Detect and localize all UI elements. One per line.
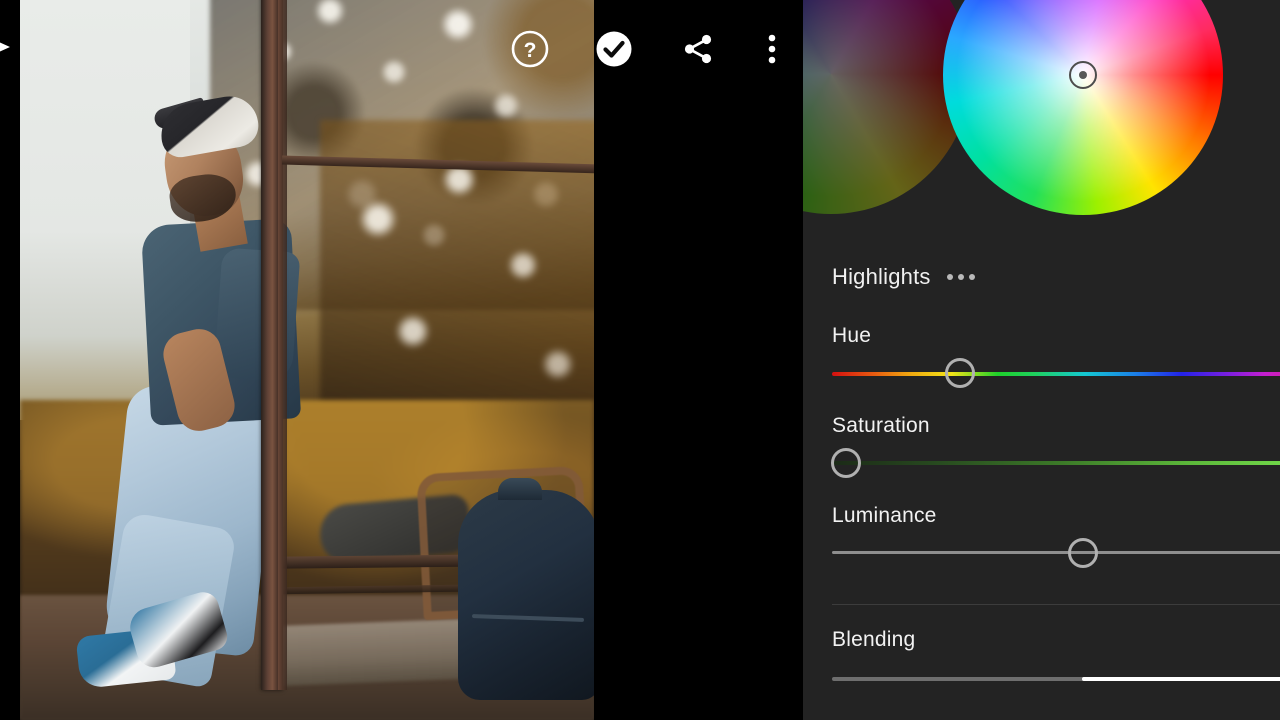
slider-handle-hue[interactable] <box>945 358 975 388</box>
more-vertical-icon[interactable] <box>750 27 794 71</box>
panel-divider <box>832 604 1280 605</box>
color-mix-panel <box>803 0 1280 720</box>
section-title: Highlights <box>832 264 931 289</box>
slider-track-luminance[interactable] <box>832 551 1280 554</box>
photo-canvas-area: ? <box>0 0 803 720</box>
photo-editor-window: ? Highlights Hue Saturation Luminance Bl… <box>0 0 1280 720</box>
slider-label-blending: Blending <box>832 628 916 651</box>
slider-handle-luminance[interactable] <box>1068 538 1098 568</box>
color-wheel-cursor[interactable] <box>1069 61 1097 89</box>
photo-tshirt-sleeve <box>213 247 301 383</box>
slider-row-luminance: Luminance <box>832 504 937 528</box>
edited-photo[interactable] <box>20 0 594 720</box>
slider-label-saturation: Saturation <box>832 414 930 437</box>
section-header: Highlights <box>832 264 975 290</box>
color-wheel[interactable] <box>943 0 1223 215</box>
slider-row-hue: Hue <box>832 324 871 348</box>
more-horizontal-icon[interactable] <box>946 274 975 280</box>
canvas-left-letterbox <box>0 0 20 720</box>
slider-row-saturation: Saturation <box>832 414 930 438</box>
slider-fill-blending[interactable] <box>1082 677 1280 681</box>
canvas-right-letterbox <box>594 0 803 720</box>
slider-row-blending: Blending <box>832 628 915 652</box>
help-glyph: ? <box>524 39 537 62</box>
slider-handle-saturation[interactable] <box>831 448 861 478</box>
slider-track-saturation[interactable] <box>832 461 1280 465</box>
slider-label-luminance: Luminance <box>832 504 937 527</box>
check-circle-icon[interactable] <box>592 27 636 71</box>
photo-backpack-handle <box>498 478 542 500</box>
photo-backpack <box>458 490 594 700</box>
top-toolbar: ? <box>0 0 803 98</box>
slider-label-hue: Hue <box>832 324 872 347</box>
photo-metal-post-edge <box>278 0 287 690</box>
slider-track-hue[interactable] <box>832 372 1280 376</box>
help-circle-icon[interactable]: ? <box>508 27 552 71</box>
share-icon[interactable] <box>676 27 720 71</box>
